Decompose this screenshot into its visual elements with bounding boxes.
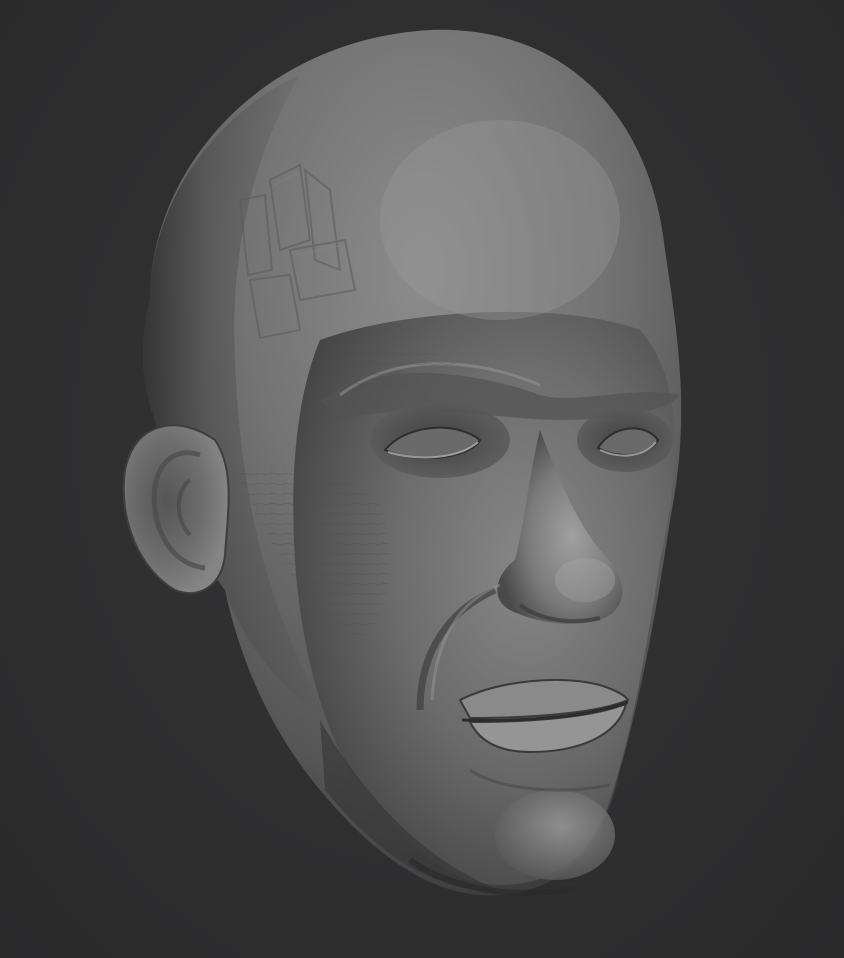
sculpt-viewport[interactable] [0,0,844,958]
head-sculpt [122,29,682,896]
chin [495,790,615,880]
forehead-highlight [380,120,620,320]
ear [122,424,230,595]
